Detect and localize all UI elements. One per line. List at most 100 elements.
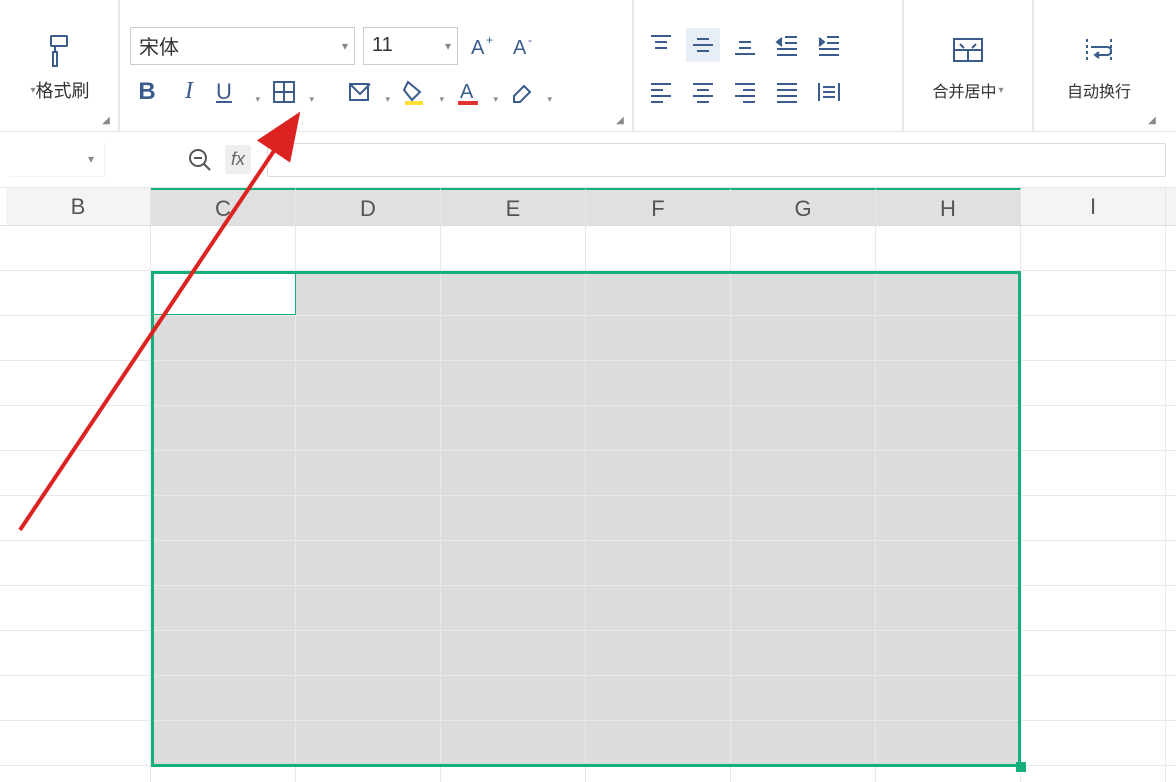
col-header[interactable]: F [586, 188, 731, 225]
chevron-down-icon: ▾ [309, 94, 314, 105]
group-wrap: 自动换行 ◢ [1034, 0, 1164, 131]
caret-icon[interactable]: ▾ [28, 85, 35, 96]
group-expand-icon[interactable]: ◢ [1146, 115, 1158, 127]
chevron-down-icon: ▾ [385, 94, 390, 105]
table-row[interactable] [0, 316, 1176, 361]
table-row[interactable] [0, 451, 1176, 496]
name-box[interactable]: ▾ [10, 143, 105, 177]
cell[interactable] [876, 271, 1021, 315]
column-header-row: B C D E F G H I [0, 188, 1176, 226]
grid-body[interactable] [0, 226, 1176, 782]
align-bottom-icon[interactable] [728, 28, 762, 62]
table-row[interactable] [0, 631, 1176, 676]
cell[interactable] [6, 226, 151, 270]
chevron-down-icon[interactable]: ▾ [996, 85, 1003, 96]
font-color-button[interactable]: A ▾ [452, 75, 498, 109]
svg-text:A: A [513, 37, 527, 59]
chevron-down-icon: ▾ [255, 94, 260, 105]
format-painter-icon[interactable] [41, 32, 77, 73]
cell[interactable] [441, 226, 586, 270]
col-header[interactable]: I [1021, 188, 1166, 225]
group-clipboard: ▾ 格式刷 ◢ [0, 0, 120, 131]
cell[interactable] [441, 271, 586, 315]
group-expand-icon[interactable]: ◢ [614, 115, 626, 127]
table-row[interactable] [0, 496, 1176, 541]
col-header[interactable]: H [876, 188, 1021, 225]
wrap-label[interactable]: 自动换行 [1067, 78, 1131, 102]
cell[interactable] [1021, 271, 1166, 315]
decrease-indent-icon[interactable] [770, 28, 804, 62]
fx-label[interactable]: fx [225, 145, 251, 174]
font-name-combo[interactable]: 宋体 ▾ [130, 27, 355, 65]
spreadsheet-grid[interactable]: B C D E F G H I [0, 188, 1176, 782]
decrease-font-icon[interactable]: A- [508, 29, 542, 63]
group-alignment [634, 0, 904, 131]
align-middle-icon[interactable] [686, 28, 720, 62]
fill-handle[interactable] [1016, 762, 1026, 772]
bold-button[interactable]: B [130, 75, 164, 109]
table-row[interactable] [0, 226, 1176, 271]
merge-label[interactable]: 合并居中 [932, 78, 996, 102]
chevron-down-icon: ▾ [342, 39, 348, 53]
justify-icon[interactable] [770, 74, 804, 108]
col-header[interactable]: G [731, 188, 876, 225]
col-header[interactable]: C [151, 188, 296, 225]
align-top-icon[interactable] [644, 28, 678, 62]
col-header[interactable]: D [296, 188, 441, 225]
cell[interactable] [1021, 226, 1166, 270]
chevron-down-icon: ▾ [547, 94, 552, 105]
table-row[interactable] [0, 586, 1176, 631]
col-header[interactable]: E [441, 188, 586, 225]
increase-font-icon[interactable]: A+ [466, 29, 500, 63]
group-font: 宋体 ▾ 11 ▾ A+ A- B I U ▾ [120, 0, 634, 131]
cell[interactable] [296, 226, 441, 270]
chevron-down-icon: ▾ [439, 94, 444, 105]
chevron-down-icon: ▾ [445, 39, 451, 53]
cell[interactable] [6, 271, 151, 315]
table-row[interactable] [0, 361, 1176, 406]
svg-text:+: + [486, 33, 493, 47]
zoom-out-icon[interactable] [185, 145, 215, 175]
ribbon: ▾ 格式刷 ◢ 宋体 ▾ 11 ▾ A+ A- B [0, 0, 1176, 132]
format-painter-label[interactable]: 格式刷 [36, 77, 90, 103]
table-row[interactable] [0, 721, 1176, 766]
font-size-value: 11 [372, 34, 393, 57]
cell[interactable] [876, 226, 1021, 270]
cell[interactable] [151, 226, 296, 270]
cell[interactable] [586, 226, 731, 270]
svg-text:A: A [460, 81, 474, 103]
table-row[interactable] [0, 271, 1176, 316]
cell[interactable] [296, 271, 441, 315]
svg-text:-: - [528, 33, 532, 47]
wrap-text-icon[interactable] [1081, 33, 1117, 74]
group-expand-icon[interactable]: ◢ [100, 115, 112, 127]
chevron-down-icon: ▾ [493, 94, 498, 105]
eraser-button[interactable]: ▾ [506, 75, 552, 109]
group-merge: 合并居中 ▾ [904, 0, 1034, 131]
cell-style-button[interactable]: ▾ [344, 75, 390, 109]
svg-text:A: A [471, 37, 485, 59]
cell[interactable] [586, 271, 731, 315]
table-row[interactable] [0, 766, 1176, 782]
active-cell[interactable] [151, 271, 296, 315]
table-row[interactable] [0, 676, 1176, 721]
formula-bar: ▾ fx [0, 132, 1176, 188]
cell[interactable] [731, 226, 876, 270]
increase-indent-icon[interactable] [812, 28, 846, 62]
font-size-combo[interactable]: 11 ▾ [363, 27, 458, 65]
align-left-icon[interactable] [644, 74, 678, 108]
italic-button[interactable]: I [172, 75, 206, 109]
col-header[interactable]: B [6, 188, 151, 225]
distribute-icon[interactable] [812, 74, 846, 108]
fill-color-button[interactable]: ▾ [398, 75, 444, 109]
align-right-icon[interactable] [728, 74, 762, 108]
font-name-value: 宋体 [139, 31, 179, 60]
merge-center-icon[interactable] [950, 33, 986, 74]
borders-button[interactable]: ▾ [268, 75, 314, 109]
cell[interactable] [731, 271, 876, 315]
underline-button[interactable]: U ▾ [214, 75, 260, 109]
formula-input[interactable] [267, 143, 1166, 177]
table-row[interactable] [0, 406, 1176, 451]
table-row[interactable] [0, 541, 1176, 586]
align-center-icon[interactable] [686, 74, 720, 108]
